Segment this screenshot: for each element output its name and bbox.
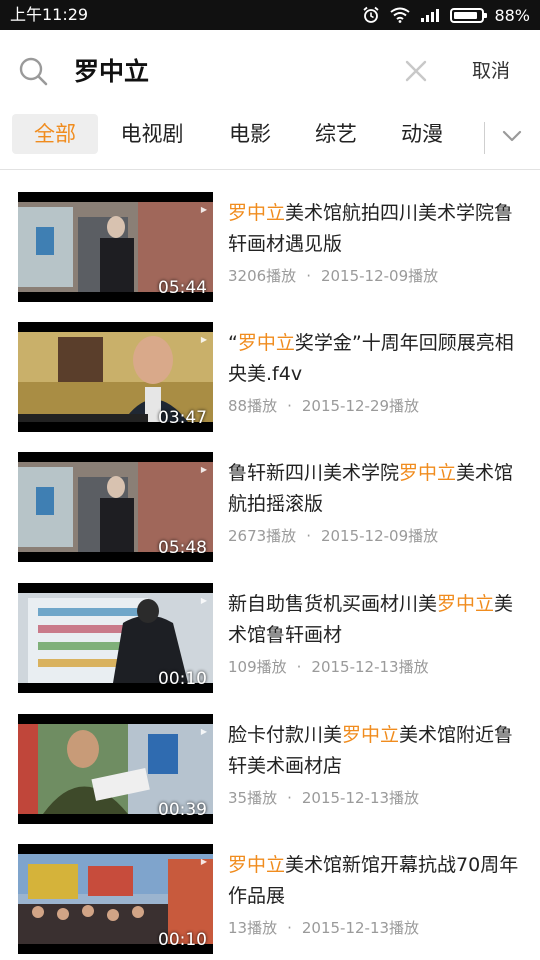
title-text: 脸卡付款川美 — [228, 724, 343, 746]
publish-date: 2015-12-09播放 — [320, 267, 439, 285]
title-keyword-highlight: 罗中立 — [237, 332, 295, 354]
search-icon[interactable] — [18, 56, 48, 86]
video-duration: 05:48 — [158, 538, 207, 558]
video-meta: 109播放 · 2015-12-13播放 — [228, 658, 429, 676]
video-title[interactable]: 罗中立美术馆新馆开幕抗战70周年作品展 — [228, 850, 528, 912]
chevron-down-icon[interactable] — [500, 124, 524, 148]
tab-anime[interactable]: 动漫 — [386, 114, 458, 154]
publish-date: 2015-12-13播放 — [301, 789, 420, 807]
video-duration: 00:10 — [158, 930, 207, 950]
publish-date: 2015-12-13播放 — [301, 919, 420, 937]
result-item[interactable]: ▶ 03:47 “罗中立奖学金”十周年回顾展亮相央美.f4v 88播放 · 2015… — [0, 322, 540, 442]
tab-divider — [484, 122, 485, 154]
video-title[interactable]: 新自助售货机买画材川美罗中立美术馆鲁轩画材 — [228, 589, 528, 651]
play-count: 3206播放 — [228, 267, 297, 285]
alarm-icon — [363, 6, 380, 23]
title-keyword-highlight: 罗中立 — [437, 593, 495, 615]
tab-movie[interactable]: 电影 — [214, 114, 286, 154]
video-thumbnail[interactable]: ▶ 00:10 — [18, 844, 213, 954]
play-count: 88播放 — [228, 397, 278, 415]
video-title[interactable]: 鲁轩新四川美术学院罗中立美术馆航拍摇滚版 — [228, 458, 528, 520]
result-item[interactable]: ▶ 05:48 鲁轩新四川美术学院罗中立美术馆航拍摇滚版 2673播放 · 2015… — [0, 452, 540, 572]
video-title[interactable]: 脸卡付款川美罗中立美术馆附近鲁轩美术画材店 — [228, 720, 528, 782]
play-count: 35播放 — [228, 789, 278, 807]
video-meta: 13播放 · 2015-12-13播放 — [228, 919, 420, 937]
battery-icon — [450, 7, 488, 23]
search-input[interactable]: 罗中立 — [74, 55, 149, 89]
category-tabs: 全部 电视剧 电影 综艺 动漫 — [0, 110, 540, 170]
status-bar: 上午11:29 88% — [0, 0, 540, 30]
tab-all[interactable]: 全部 — [12, 114, 98, 154]
video-meta: 88播放 · 2015-12-29播放 — [228, 397, 420, 415]
play-count: 13播放 — [228, 919, 278, 937]
title-text: 鲁轩新四川美术学院 — [228, 462, 400, 484]
tab-variety[interactable]: 综艺 — [300, 114, 372, 154]
title-text: 新自助售货机买画材川美 — [228, 593, 438, 615]
title-keyword-highlight: 罗中立 — [228, 854, 286, 876]
result-item[interactable]: ▶ 00:39 脸卡付款川美罗中立美术馆附近鲁轩美术画材店 35播放 · 2015-… — [0, 714, 540, 834]
result-item[interactable]: ▶ 05:44 罗中立美术馆航拍四川美术学院鲁轩画材遇见版 3206播放 · 201… — [0, 192, 540, 312]
publish-date: 2015-12-13播放 — [311, 658, 429, 676]
video-meta: 2673播放 · 2015-12-09播放 — [228, 527, 439, 545]
video-thumbnail[interactable]: ▶ 05:44 — [18, 192, 213, 302]
wifi-icon — [390, 7, 411, 23]
publish-date: 2015-12-09播放 — [320, 527, 439, 545]
video-duration: 05:44 — [158, 278, 207, 298]
video-meta: 35播放 · 2015-12-13播放 — [228, 789, 420, 807]
title-keyword-highlight: 罗中立 — [228, 202, 286, 224]
channel-logo: ▶ — [200, 857, 207, 866]
video-title[interactable]: “罗中立奖学金”十周年回顾展亮相央美.f4v — [228, 328, 528, 390]
channel-logo: ▶ — [200, 335, 207, 344]
title-keyword-highlight: 罗中立 — [399, 462, 457, 484]
video-title[interactable]: 罗中立美术馆航拍四川美术学院鲁轩画材遇见版 — [228, 198, 528, 260]
video-duration: 03:47 — [158, 408, 207, 428]
battery-percent: 88% — [494, 5, 530, 25]
signal-icon — [421, 9, 440, 22]
video-thumbnail[interactable]: ▶ 00:39 — [18, 714, 213, 824]
video-duration: 00:39 — [158, 800, 207, 820]
cancel-button[interactable]: 取消 — [472, 58, 510, 84]
title-text: “ — [228, 332, 238, 354]
video-thumbnail[interactable]: ▶ 00:10 — [18, 583, 213, 693]
play-count: 2673播放 — [228, 527, 297, 545]
video-thumbnail[interactable]: ▶ 05:48 — [18, 452, 213, 562]
publish-date: 2015-12-29播放 — [301, 397, 420, 415]
video-meta: 3206播放 · 2015-12-09播放 — [228, 267, 439, 285]
clear-icon[interactable] — [403, 58, 429, 84]
video-thumbnail[interactable]: ▶ 03:47 — [18, 322, 213, 432]
play-count: 109播放 — [228, 658, 287, 676]
channel-logo: ▶ — [200, 596, 207, 605]
result-item[interactable]: ▶ 00:10 罗中立美术馆新馆开幕抗战70周年作品展 13播放 · 2015-12… — [0, 844, 540, 960]
status-icons: 88% — [362, 5, 530, 25]
status-time: 上午11:29 — [10, 5, 89, 24]
channel-logo: ▶ — [200, 727, 207, 736]
title-keyword-highlight: 罗中立 — [342, 724, 400, 746]
search-bar: 罗中立 取消 — [0, 30, 540, 110]
channel-logo: ▶ — [200, 465, 207, 474]
video-duration: 00:10 — [158, 669, 207, 689]
tab-tv-series[interactable]: 电视剧 — [108, 114, 196, 154]
channel-logo: ▶ — [200, 205, 207, 214]
result-item[interactable]: ▶ 00:10 新自助售货机买画材川美罗中立美术馆鲁轩画材 109播放 · 2015… — [0, 583, 540, 703]
